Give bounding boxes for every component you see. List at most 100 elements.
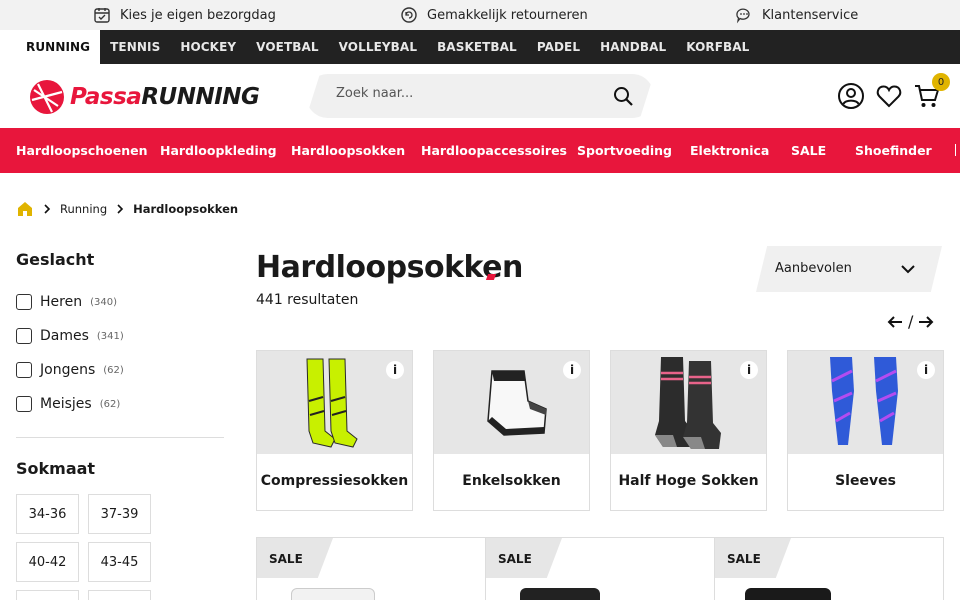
tile-label: Enkelsokken (462, 473, 561, 489)
sport-tennis[interactable]: TENNIS (100, 30, 170, 64)
usp-delivery[interactable]: Kies je eigen bezorgdag (93, 6, 276, 24)
arrow-left-icon[interactable] (886, 313, 904, 331)
cat-hardloopaccessoires[interactable]: Hardloopaccessoires (421, 143, 567, 158)
size-option[interactable]: 40-42 (16, 542, 79, 582)
cat-shoefinder[interactable]: Shoefinder (855, 143, 932, 158)
filter-count: (62) (99, 398, 121, 410)
checkbox[interactable] (16, 294, 32, 310)
home-icon[interactable] (16, 200, 34, 218)
usp-returns-text: Gemakkelijk retourneren (427, 7, 588, 23)
sport-running[interactable]: RUNNING (16, 30, 101, 64)
size-option-partial[interactable] (88, 590, 151, 600)
arrow-right-icon[interactable] (917, 313, 935, 331)
cat-hardloopsokken[interactable]: Hardloopsokken (291, 143, 405, 158)
ball-logo-icon (30, 80, 64, 114)
filter-size-title: Sokmaat (16, 459, 96, 478)
checkbox[interactable] (16, 362, 32, 378)
tile-label: Compressiesokken (260, 473, 409, 489)
size-option[interactable]: 37-39 (88, 494, 151, 534)
chevron-down-icon (901, 265, 915, 274)
subcategory-tile-compressiesokken[interactable]: i Compressiesokken (256, 350, 413, 511)
product-image (291, 588, 375, 600)
usp-delivery-text: Kies je eigen bezorgdag (120, 7, 276, 23)
sport-hockey[interactable]: HOCKEY (170, 30, 246, 64)
results-count: 441 resultaten (256, 292, 359, 308)
logo[interactable]: PassaRUNNING (28, 78, 260, 116)
info-icon[interactable]: i (740, 361, 758, 379)
chevron-right-icon (117, 204, 124, 214)
filter-divider (16, 437, 224, 438)
filter-count: (341) (96, 330, 124, 342)
sport-padel[interactable]: PADEL (527, 30, 590, 64)
heart-icon[interactable] (875, 82, 903, 110)
filter-gender-title: Geslacht (16, 250, 95, 269)
search-input[interactable] (336, 86, 596, 101)
tile-label: Sleeves (835, 473, 896, 489)
search-bar (306, 74, 654, 118)
sale-badge: SALE (715, 538, 791, 578)
checkbox[interactable] (16, 396, 32, 412)
info-icon[interactable]: i (563, 361, 581, 379)
cat-elektronica[interactable]: Elektronica (690, 143, 769, 158)
tile-image: i (257, 351, 412, 454)
usp-returns[interactable]: Gemakkelijk retourneren (400, 6, 588, 24)
cat-sale[interactable]: SALE (791, 143, 826, 158)
sort-select[interactable]: Aanbevolen (756, 246, 942, 292)
logo-text: PassaRUNNING (70, 84, 260, 110)
usp-service[interactable]: Klantenservice (735, 6, 858, 24)
cat-sportvoeding[interactable]: Sportvoeding (577, 143, 672, 158)
calendar-box-icon (94, 8, 110, 23)
page-title: Hardloopsokken (256, 250, 523, 285)
filter-label: Heren (40, 294, 83, 310)
usp-service-text: Klantenservice (762, 7, 859, 23)
filter-label: Meisjes (40, 396, 92, 412)
chat-icon (736, 8, 750, 24)
filter-count: (62) (103, 364, 124, 376)
cat-hardloopkleding[interactable]: Hardloopkleding (160, 143, 277, 158)
filter-label: Jongens (40, 362, 96, 378)
pager: / (886, 312, 935, 331)
product-card[interactable]: SALE (485, 537, 715, 600)
filter-jongens[interactable]: Jongens (62) (16, 362, 124, 378)
info-icon[interactable]: i (917, 361, 935, 379)
filter-meisjes[interactable]: Meisjes (62) (16, 396, 120, 412)
usp-bar: Kies je eigen bezorgdag Gemakkelijk reto… (0, 0, 960, 30)
subcategory-tile-sleeves[interactable]: i Sleeves (787, 350, 944, 511)
checkbox[interactable] (16, 328, 32, 344)
size-option-partial[interactable] (16, 590, 79, 600)
sale-badge: SALE (257, 538, 333, 578)
tile-image: i (434, 351, 589, 454)
sport-basketbal[interactable]: BASKETBAL (427, 30, 527, 64)
breadcrumb-running[interactable]: Running (60, 202, 107, 216)
sport-volleybal[interactable]: VOLLEYBAL (329, 30, 427, 64)
sale-badge: SALE (486, 538, 562, 578)
cart-count-badge: 0 (932, 73, 950, 91)
size-option[interactable]: 34-36 (16, 494, 79, 534)
subcategory-tile-enkelsokken[interactable]: i Enkelsokken (433, 350, 590, 511)
pager-separator: / (908, 312, 914, 331)
nav-divider (955, 144, 956, 156)
subcategory-tile-half-hoge-sokken[interactable]: i Half Hoge Sokken (610, 350, 767, 511)
tile-label: Half Hoge Sokken (618, 473, 759, 489)
product-image (520, 588, 600, 600)
filter-heren[interactable]: Heren (340) (16, 294, 117, 310)
filter-dames[interactable]: Dames (341) (16, 328, 124, 344)
sport-handbal[interactable]: HANDBAL (590, 30, 676, 64)
account-icon[interactable] (837, 82, 865, 110)
sale-badge-text: SALE (498, 552, 532, 566)
sale-badge-text: SALE (727, 552, 761, 566)
sports-nav: RUNNING TENNIS HOCKEY VOETBAL VOLLEYBAL … (16, 30, 960, 64)
site-header: PassaRUNNING 0 (0, 64, 960, 128)
logo-text-running: RUNNING (141, 84, 260, 110)
info-icon[interactable]: i (386, 361, 404, 379)
size-option[interactable]: 43-45 (88, 542, 151, 582)
breadcrumb-current: Hardloopsokken (133, 202, 239, 216)
sort-value: Aanbevolen (775, 261, 852, 276)
sport-voetbal[interactable]: VOETBAL (246, 30, 328, 64)
search-icon[interactable] (612, 85, 634, 107)
product-card[interactable]: SALE (256, 537, 486, 600)
product-card[interactable]: SALE (714, 537, 944, 600)
cat-hardloopschoenen[interactable]: Hardloopschoenen (16, 143, 148, 158)
category-nav: Hardloopschoenen Hardloopkleding Hardloo… (0, 128, 960, 173)
sport-korfbal[interactable]: KORFBAL (676, 30, 759, 64)
